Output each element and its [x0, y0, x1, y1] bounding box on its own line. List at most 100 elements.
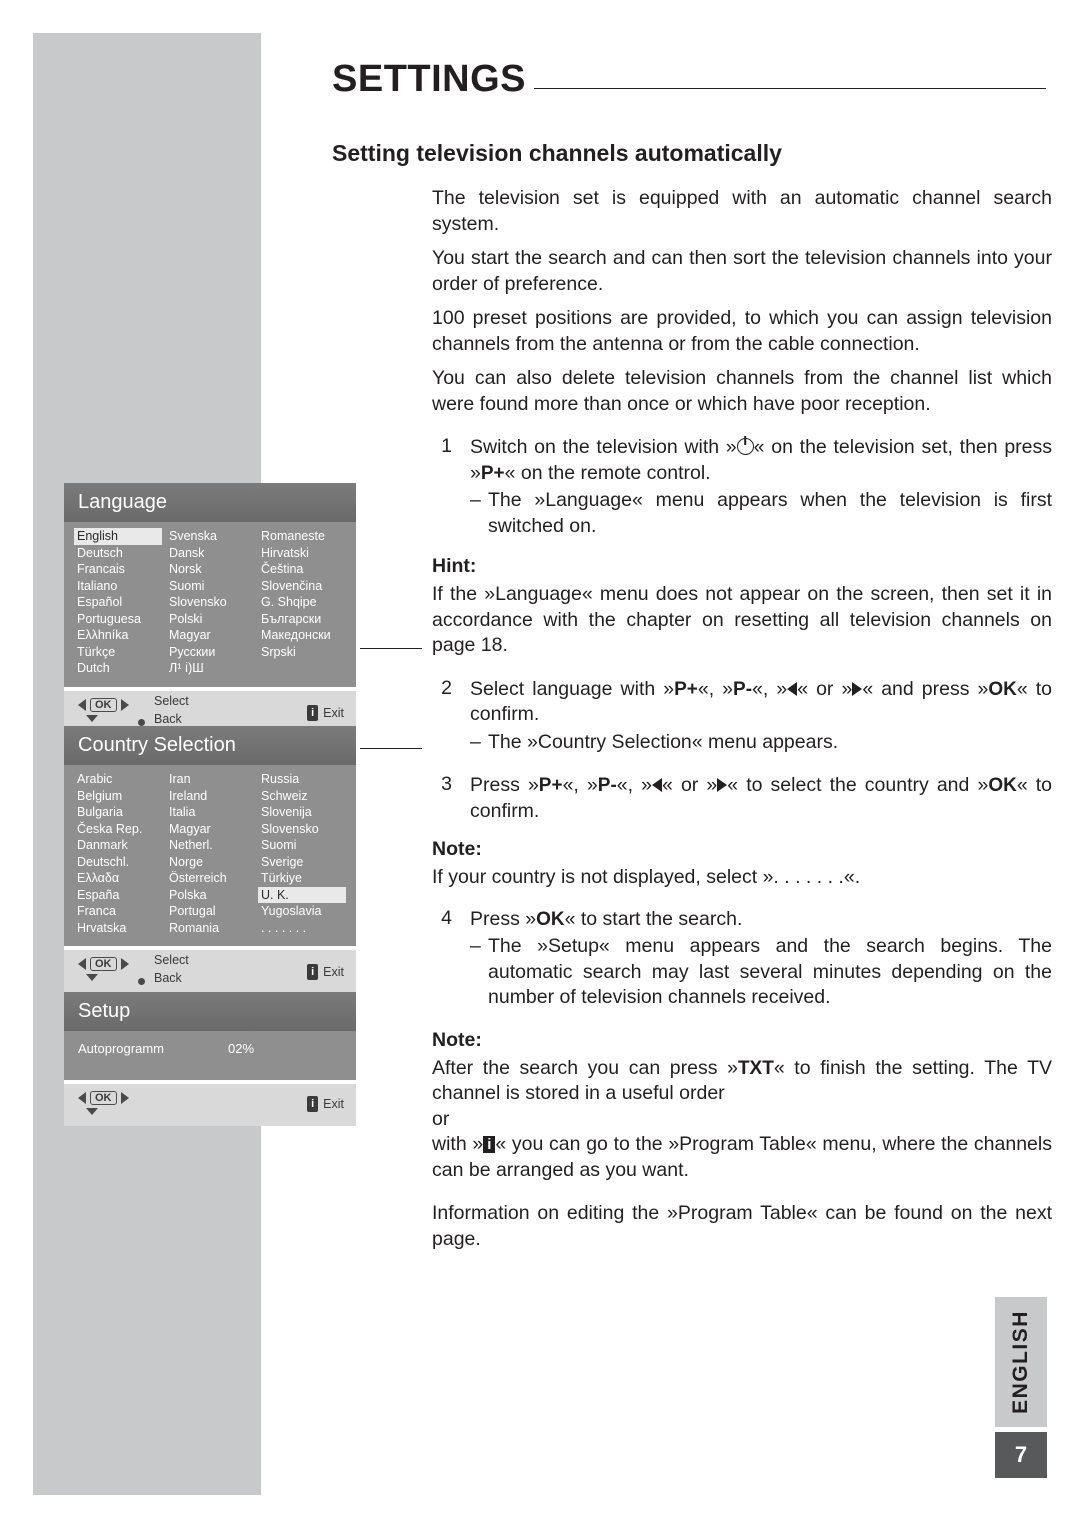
ok-key-icon[interactable]: OK — [90, 957, 117, 971]
osd-option-[interactable]: Ελλαδα — [74, 870, 162, 887]
step-3: 3 Press »P+«, »P-«, » « or » « to select t… — [432, 773, 1052, 824]
osd-option-netherl[interactable]: Netherl. — [166, 837, 254, 854]
arrow-left-icon[interactable] — [78, 698, 86, 711]
paragraph-3: 100 preset positions are provided, to wh… — [432, 307, 1052, 355]
osd-country-nav: OK — [78, 957, 129, 971]
step-2-text-d: « or » — [797, 677, 853, 700]
osd-option-[interactable]: . . . . . . . — [258, 920, 346, 937]
osd-option-slovensko[interactable]: Slovensko — [258, 821, 346, 838]
osd-option-eska-rep[interactable]: Česka Rep. — [74, 821, 162, 838]
osd-option-suomi[interactable]: Suomi — [258, 837, 346, 854]
osd-option-[interactable]: Русскии — [166, 644, 254, 661]
osd-option-empty[interactable] — [258, 660, 346, 677]
ok-key-icon[interactable]: OK — [90, 1091, 117, 1105]
osd-option-schweiz[interactable]: Schweiz — [258, 788, 346, 805]
osd-option-italiano[interactable]: Italiano — [74, 578, 162, 595]
osd-country-panel: Country Selection Arabic Iran Russia Belgiu… — [64, 726, 356, 996]
osd-language-back-label: Back — [154, 711, 182, 726]
arrow-left-icon[interactable] — [78, 1092, 86, 1104]
step-3-key-1: P+ — [538, 775, 563, 796]
step-2-key-2: P- — [733, 678, 753, 700]
osd-option-slovenija[interactable]: Slovenija — [258, 804, 346, 821]
osd-option-franca[interactable]: Franca — [74, 903, 162, 920]
osd-option-yugoslavia[interactable]: Yugoslavia — [258, 903, 346, 920]
osd-option-sloven-ina[interactable]: Slovenčina — [258, 578, 346, 595]
main-text-column: The television set is equipped with an a… — [432, 186, 1052, 1252]
osd-option-russia[interactable]: Russia — [258, 771, 346, 788]
osd-language-select-label: Select — [154, 693, 189, 708]
osd-option-iran[interactable]: Iran — [166, 771, 254, 788]
osd-option-bulgaria[interactable]: Bulgaria — [74, 804, 162, 821]
osd-option-t-rkiye[interactable]: Türkiye — [258, 870, 346, 887]
osd-option-[interactable]: Български — [258, 611, 346, 628]
osd-option-[interactable]: Л¹ וֹ)Ш — [166, 660, 254, 677]
step-4-subnote-text: The »Setup« menu appears and the search … — [488, 935, 1052, 1008]
osd-language-exit[interactable]: i Exit — [307, 704, 344, 721]
osd-language-exit-label: Exit — [323, 705, 344, 720]
osd-option-sverige[interactable]: Sverige — [258, 854, 346, 871]
osd-option-francais[interactable]: Francais — [74, 561, 162, 578]
osd-option-deutsch[interactable]: Deutsch — [74, 545, 162, 562]
osd-option-hn-ka[interactable]: Ελλhníka — [74, 627, 162, 644]
osd-setup-exit[interactable]: i Exit — [307, 1096, 344, 1112]
osd-option-u-k[interactable]: U. K. — [258, 886, 346, 903]
osd-option-svenska[interactable]: Svenska — [166, 528, 254, 545]
osd-option-slovensko[interactable]: Slovensko — [166, 594, 254, 611]
note-2-text-d: « you can go to the »Program Table« menu… — [432, 1133, 1052, 1181]
osd-option-ireland[interactable]: Ireland — [166, 788, 254, 805]
step-4-number: 4 — [441, 906, 452, 929]
osd-option-romania[interactable]: Romania — [166, 920, 254, 937]
osd-setup-title: Setup — [64, 992, 356, 1031]
osd-option-srpski[interactable]: Srpski — [258, 644, 346, 661]
osd-option-magyar[interactable]: Magyar — [166, 821, 254, 838]
osd-option-portuguesa[interactable]: Portuguesa — [74, 611, 162, 628]
page-root: SETTINGS Setting television channels aut… — [0, 0, 1080, 1529]
step-3-key-2: P- — [597, 775, 617, 796]
osd-option-polski[interactable]: Polski — [166, 611, 254, 628]
step-3-text-a: Press » — [470, 774, 539, 796]
arrow-right-icon[interactable] — [120, 698, 129, 711]
osd-option-romaneste[interactable]: Romaneste — [258, 528, 346, 545]
osd-option-g-shqipe[interactable]: G. Shqipe — [258, 594, 346, 611]
arrow-right-icon[interactable] — [120, 1092, 129, 1104]
hint-text: If the »Language« menu does not appear o… — [432, 583, 1052, 656]
osd-option-italia[interactable]: Italia — [166, 804, 254, 821]
osd-option-suomi[interactable]: Suomi — [166, 578, 254, 595]
osd-option-belgium[interactable]: Belgium — [74, 788, 162, 805]
osd-option-norsk[interactable]: Norsk — [166, 561, 254, 578]
osd-option-dansk[interactable]: Dansk — [166, 545, 254, 562]
step-4-text-b: « to start the search. — [564, 907, 743, 930]
osd-option-dutch[interactable]: Dutch — [74, 660, 162, 677]
osd-country-exit-label: Exit — [323, 965, 344, 979]
paragraph-4: You can also delete television channels … — [432, 367, 1052, 415]
osd-option-e-tina[interactable]: Čeština — [258, 561, 346, 578]
osd-option-hirvatski[interactable]: Hirvatski — [258, 545, 346, 562]
osd-option-danmark[interactable]: Danmark — [74, 837, 162, 854]
osd-option-magyar[interactable]: Magyar — [166, 627, 254, 644]
osd-option-hrvatska[interactable]: Hrvatska — [74, 920, 162, 937]
step-2-text-c: «, » — [752, 677, 788, 700]
osd-option-portugal[interactable]: Portugal — [166, 903, 254, 920]
arrow-right-icon[interactable] — [120, 958, 129, 970]
arrow-down-icon[interactable] — [86, 974, 98, 981]
osd-option-english[interactable]: English — [74, 528, 162, 545]
osd-option-[interactable]: Македонски — [258, 627, 346, 644]
osd-option-t-rk-e[interactable]: Türkçe — [74, 644, 162, 661]
osd-option-norge[interactable]: Norge — [166, 854, 254, 871]
osd-country-select-label: Select — [154, 953, 189, 967]
osd-country-exit[interactable]: i Exit — [307, 964, 344, 980]
osd-option-espa-ol[interactable]: Español — [74, 594, 162, 611]
osd-option-polska[interactable]: Polska — [166, 887, 254, 904]
osd-option-espa-a[interactable]: España — [74, 887, 162, 904]
osd-option-arabic[interactable]: Arabic — [74, 771, 162, 788]
back-dot-icon — [138, 973, 145, 991]
osd-language-title: Language — [64, 483, 356, 522]
arrow-left-icon[interactable] — [78, 958, 86, 970]
ok-key-icon[interactable]: OK — [90, 697, 117, 712]
arrow-down-icon[interactable] — [86, 714, 98, 722]
step-1-text-a: Switch on the television with » — [470, 436, 737, 458]
arrow-down-icon[interactable] — [86, 1108, 98, 1115]
osd-option-deutschl[interactable]: Deutschl. — [74, 854, 162, 871]
step-2-key-3: OK — [988, 678, 1017, 700]
osd-option-sterreich[interactable]: Österreich — [166, 870, 254, 887]
